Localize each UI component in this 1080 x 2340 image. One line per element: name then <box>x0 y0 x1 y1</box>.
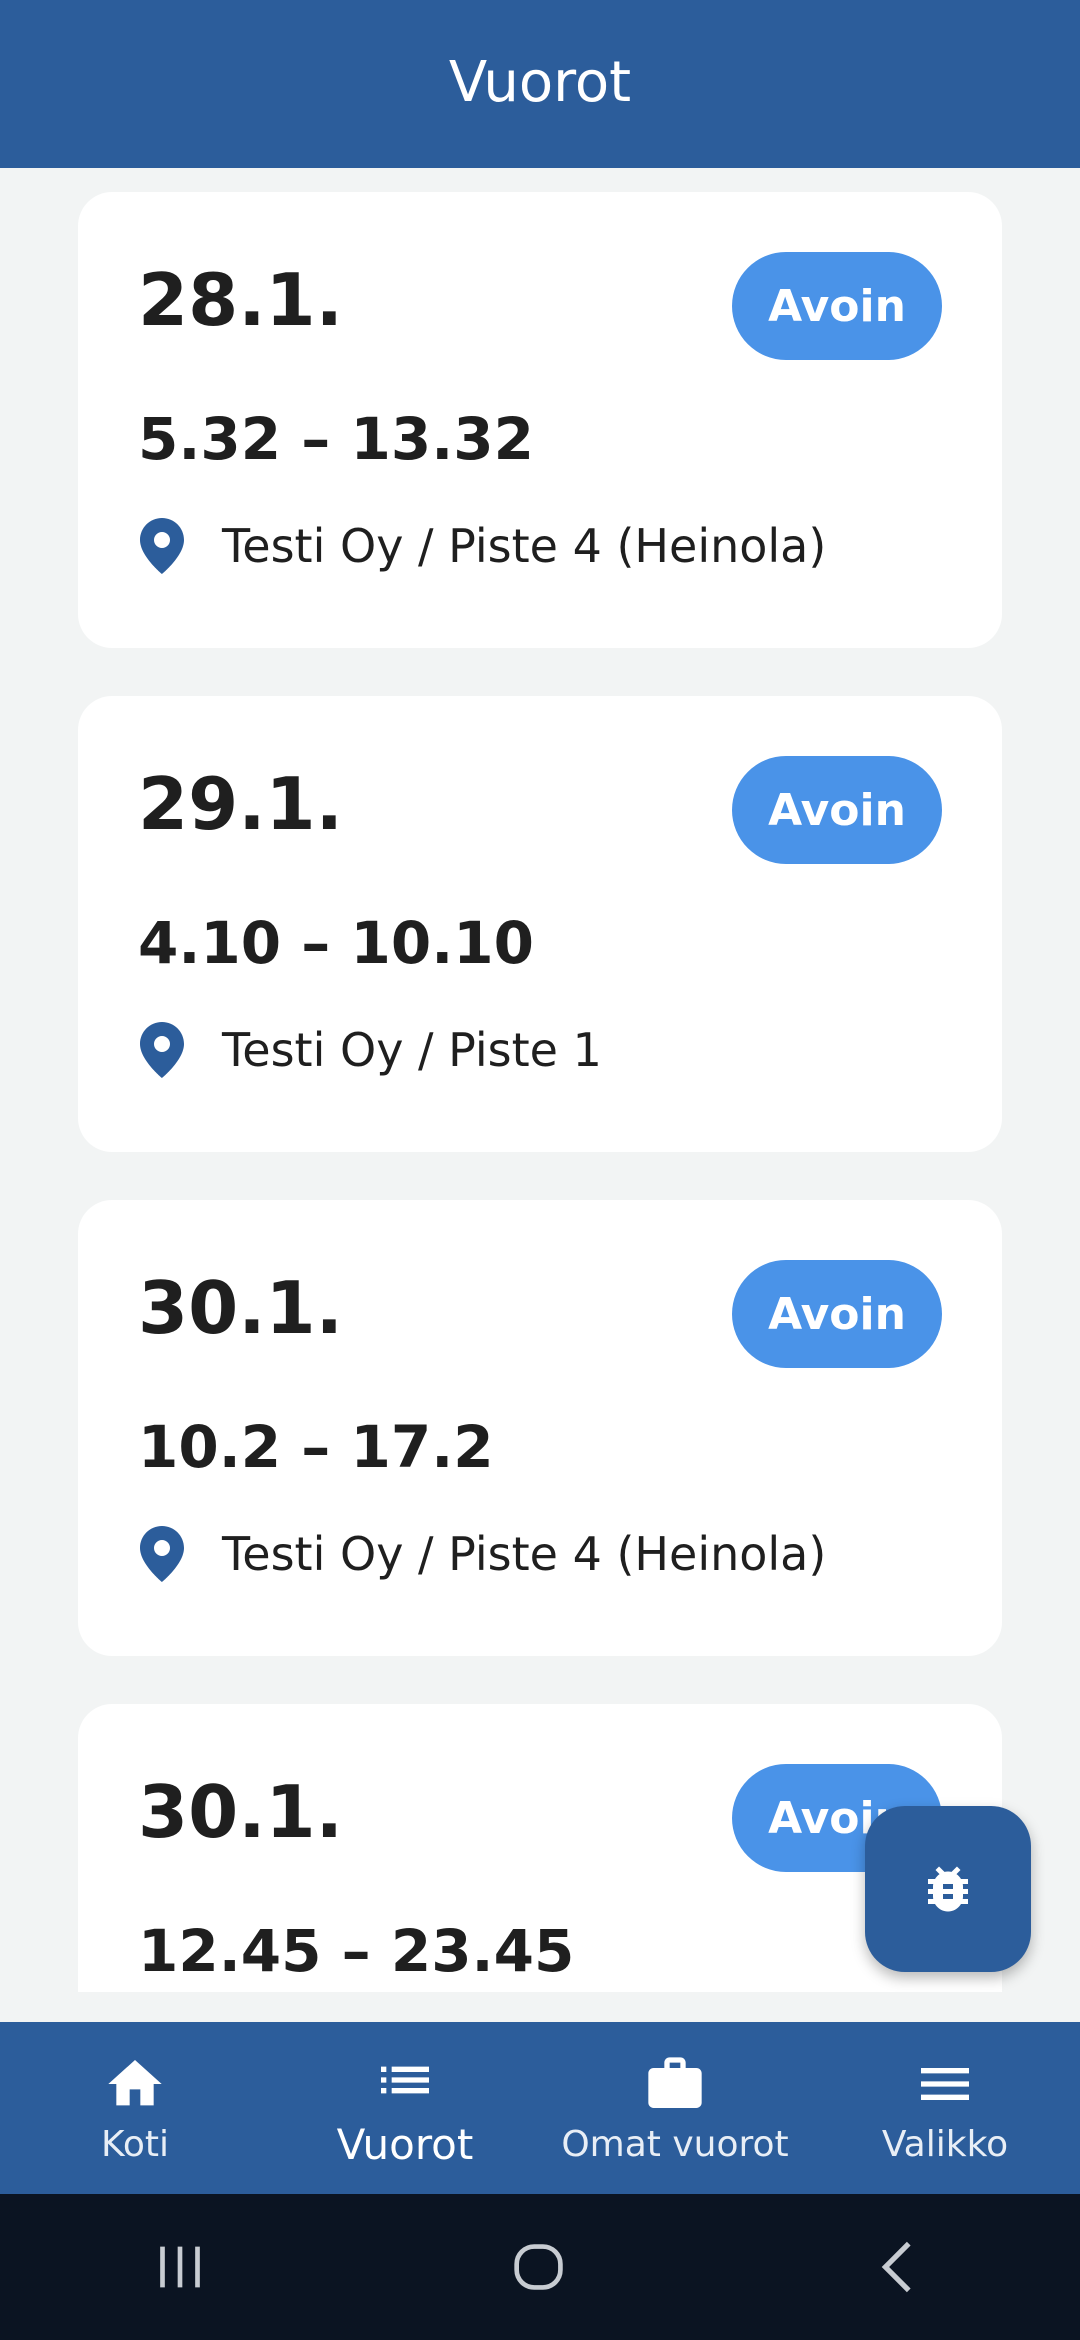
shift-date: 29.1. <box>138 762 343 846</box>
shift-time: 4.10 – 10.10 <box>138 909 534 977</box>
nav-item-omat-vuorot[interactable]: Omat vuorot <box>540 2022 810 2194</box>
shift-time: 12.45 – 23.45 <box>138 1917 575 1985</box>
home-icon <box>108 2059 162 2105</box>
nav-label: Vuorot <box>336 2119 474 2169</box>
nav-label: Omat vuorot <box>561 2123 789 2165</box>
shift-card[interactable]: 29.1. Avoin 4.10 – 10.10 Testi Oy / Pist… <box>78 696 1002 1152</box>
nav-label: Koti <box>101 2123 169 2165</box>
page-title: Vuorot <box>448 49 632 115</box>
system-navigation-bar <box>0 2194 1080 2340</box>
home-circle-icon[interactable] <box>505 2232 575 2302</box>
shift-card[interactable]: 28.1. Avoin 5.32 – 13.32 Testi Oy / Pist… <box>78 192 1002 648</box>
location-pin-icon <box>140 1526 184 1582</box>
recent-apps-icon[interactable] <box>145 2232 215 2302</box>
briefcase-icon <box>648 2056 702 2108</box>
location-text: Testi Oy / Piste 4 (Heinola) <box>222 519 827 573</box>
debug-fab-button[interactable] <box>865 1806 1031 1972</box>
nav-label: Valikko <box>881 2123 1009 2165</box>
bottom-nav: Koti Vuorot Omat vuorot Valikko <box>0 2022 1080 2194</box>
shift-date: 30.1. <box>138 1770 343 1854</box>
nav-item-valikko[interactable]: Valikko <box>810 2022 1080 2194</box>
status-badge: Avoin <box>732 1260 942 1368</box>
shift-time: 5.32 – 13.32 <box>138 405 534 473</box>
bug-icon <box>928 1866 968 1912</box>
shift-card[interactable]: 30.1. Avoin 10.2 – 17.2 Testi Oy / Piste… <box>78 1200 1002 1656</box>
nav-item-vuorot[interactable]: Vuorot <box>270 2022 540 2194</box>
status-badge: Avoin <box>732 756 942 864</box>
shift-date: 30.1. <box>138 1266 343 1350</box>
shift-date: 28.1. <box>138 258 343 342</box>
shift-list[interactable]: 28.1. Avoin 5.32 – 13.32 Testi Oy / Pist… <box>0 168 1080 1992</box>
menu-icon <box>921 2067 969 2100</box>
app-bar: Vuorot <box>0 0 1080 168</box>
shift-location: Testi Oy / Piste 4 (Heinola) <box>138 518 826 574</box>
status-badge: Avoin <box>732 252 942 360</box>
shift-time: 10.2 – 17.2 <box>138 1413 494 1481</box>
location-text: Testi Oy / Piste 1 <box>222 1023 602 1077</box>
shift-location: Testi Oy / Piste 4 (Heinola) <box>138 1526 826 1582</box>
shift-location: Testi Oy / Piste 1 <box>138 1022 602 1078</box>
nav-item-koti[interactable]: Koti <box>0 2022 270 2194</box>
location-text: Testi Oy / Piste 4 (Heinola) <box>222 1527 827 1581</box>
location-pin-icon <box>140 518 184 574</box>
shift-card[interactable]: 30.1. Avoin 12.45 – 23.45 <box>78 1704 1002 1992</box>
list-icon <box>381 2066 429 2093</box>
back-icon[interactable] <box>865 2232 935 2302</box>
location-pin-icon <box>140 1022 184 1078</box>
